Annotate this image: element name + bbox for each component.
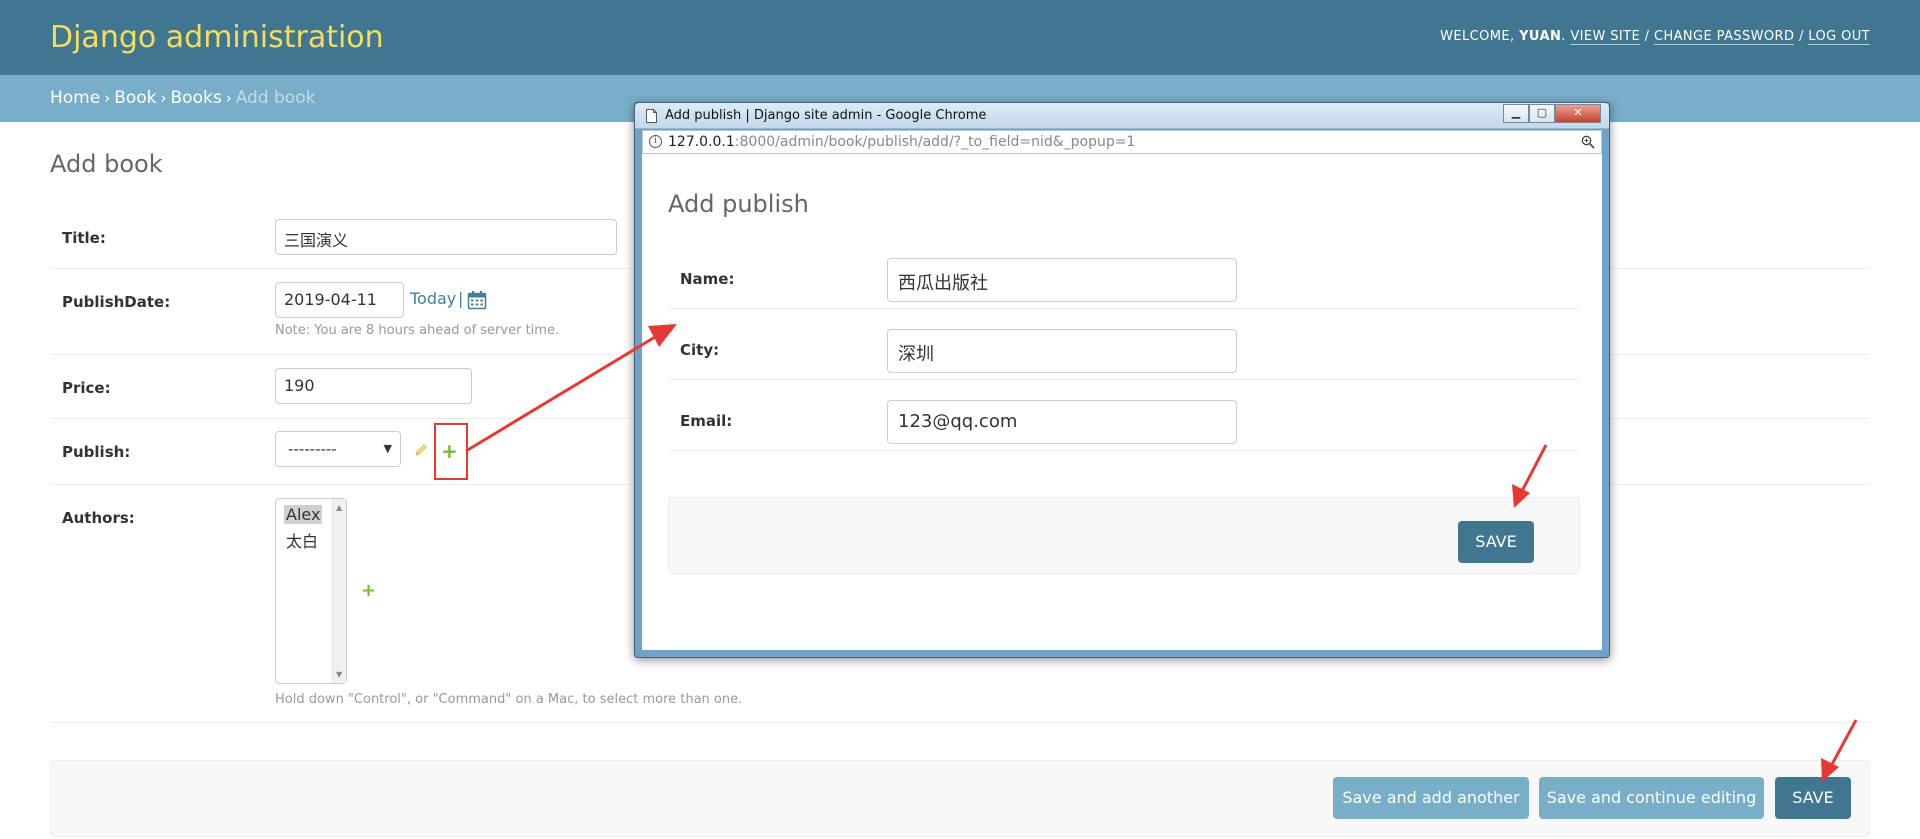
breadcrumb-current: Add book [235, 88, 316, 108]
maximize-icon[interactable]: ▢ [1529, 104, 1555, 123]
publish-date-label: PublishDate: [62, 293, 171, 311]
site-branding[interactable]: Django administration [50, 20, 384, 55]
admin-header: Django administration WELCOME, YUAN. VIE… [0, 0, 1920, 75]
url-path: :8000/admin/book/publish/add/?_to_field=… [734, 134, 1136, 150]
popup-titlebar[interactable]: Add publish | Django site admin - Google… [635, 103, 1609, 129]
info-icon[interactable]: i [649, 135, 662, 148]
popup-submit-row [668, 497, 1580, 574]
popup-url[interactable]: 127.0.0.1:8000/admin/book/publish/add/?_… [668, 134, 1135, 150]
author-option[interactable]: Alex [284, 505, 323, 524]
popup-page-title: Add publish [668, 190, 809, 218]
change-password-link[interactable]: CHANGE PASSWORD [1653, 29, 1795, 45]
save-button[interactable]: SAVE [1775, 777, 1851, 819]
close-icon[interactable]: ✕ [1555, 104, 1601, 123]
title-label: Title: [62, 229, 106, 247]
popup-save-button[interactable]: SAVE [1458, 521, 1534, 563]
row-divider [668, 379, 1580, 380]
scrollbar[interactable]: ▲ ▼ [332, 499, 346, 683]
page-icon [646, 109, 657, 123]
view-site-link[interactable]: VIEW SITE [1570, 29, 1641, 45]
save-and-add-another-button[interactable]: Save and add another [1333, 777, 1529, 819]
annotation-highlight-box [434, 423, 468, 480]
user-tools: WELCOME, YUAN. VIEW SITE / CHANGE PASSWO… [1440, 29, 1870, 45]
publish-selected-value: --------- [288, 440, 337, 458]
row-divider [668, 308, 1580, 309]
address-bar[interactable]: i 127.0.0.1:8000/admin/book/publish/add/… [642, 130, 1602, 154]
breadcrumb-app[interactable]: Book [114, 88, 156, 108]
breadcrumb-home[interactable]: Home [50, 88, 100, 108]
page-title: Add book [50, 150, 163, 178]
scroll-down-icon[interactable]: ▼ [336, 670, 342, 679]
price-label: Price: [62, 379, 111, 397]
popup-window: Add publish | Django site admin - Google… [634, 102, 1610, 658]
url-host: 127.0.0.1 [668, 134, 735, 150]
row-divider [50, 722, 1870, 723]
authors-multiselect[interactable]: Alex 太白 ▲ ▼ [275, 498, 347, 684]
minimize-icon[interactable]: ▁ [1503, 104, 1529, 123]
email-label: Email: [680, 412, 733, 430]
date-separator: | [458, 289, 464, 308]
publish-label: Publish: [62, 443, 131, 461]
calendar-icon[interactable] [467, 290, 487, 310]
log-out-link[interactable]: LOG OUT [1808, 29, 1870, 45]
city-label: City: [680, 341, 720, 359]
authors-help-text: Hold down "Control", or "Command" on a M… [275, 692, 743, 707]
price-input[interactable]: 190 [275, 368, 472, 404]
welcome-text: WELCOME, [1440, 29, 1515, 44]
popup-content: Add publish Name: 西瓜出版社 City: 深圳 Email: … [642, 154, 1602, 650]
scroll-up-icon[interactable]: ▲ [336, 503, 342, 512]
city-input[interactable]: 深圳 [887, 329, 1237, 373]
zoom-icon[interactable] [1581, 135, 1595, 149]
breadcrumb-separator: › [104, 89, 111, 107]
pencil-icon [415, 443, 428, 456]
separator: / [1798, 29, 1804, 44]
name-label: Name: [680, 270, 735, 288]
publish-select[interactable]: --------- ▼ [275, 431, 401, 467]
popup-window-title: Add publish | Django site admin - Google… [665, 108, 987, 123]
name-input[interactable]: 西瓜出版社 [887, 258, 1237, 302]
email-input[interactable]: 123@qq.com [887, 400, 1237, 444]
breadcrumb-separator: › [160, 89, 167, 107]
username: YUAN [1519, 29, 1562, 44]
title-input[interactable]: 三国演义 [275, 219, 617, 255]
author-option[interactable]: 太白 [284, 528, 320, 552]
row-divider [668, 450, 1580, 451]
breadcrumb-separator: › [225, 89, 232, 107]
authors-label: Authors: [62, 509, 135, 527]
dropdown-caret-icon: ▼ [383, 442, 392, 455]
add-author-icon[interactable]: + [361, 582, 376, 600]
today-link[interactable]: Today [410, 289, 456, 308]
separator: / [1644, 29, 1650, 44]
timezone-note: Note: You are 8 hours ahead of server ti… [275, 323, 560, 338]
publish-date-input[interactable]: 2019-04-11 [275, 282, 404, 318]
annotation-arrow [465, 332, 661, 453]
save-and-continue-button[interactable]: Save and continue editing [1539, 777, 1764, 819]
breadcrumb-model[interactable]: Books [171, 88, 222, 108]
